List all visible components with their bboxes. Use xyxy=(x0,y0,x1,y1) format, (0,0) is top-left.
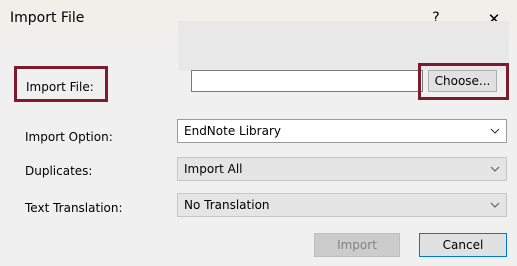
chevron-down-icon xyxy=(490,202,500,208)
chevron-down-icon xyxy=(490,128,500,134)
chevron-down-icon xyxy=(490,166,500,172)
cancel-button[interactable]: Cancel xyxy=(419,233,507,257)
import-option-label: Import Option: xyxy=(25,130,113,144)
duplicates-select[interactable]: Import All xyxy=(177,157,507,181)
duplicates-value: Import All xyxy=(184,162,243,176)
duplicates-label: Duplicates: xyxy=(25,164,93,178)
import-option-select[interactable]: EndNote Library xyxy=(177,119,507,143)
choose-button[interactable]: Choose... xyxy=(428,70,497,92)
import-button[interactable]: Import xyxy=(314,233,400,257)
text-translation-select[interactable]: No Translation xyxy=(177,193,507,217)
import-file-input[interactable] xyxy=(191,70,423,92)
dialog-title: Import File xyxy=(10,10,85,26)
import-file-label: Import File: xyxy=(26,80,94,94)
import-option-value: EndNote Library xyxy=(184,124,281,138)
text-translation-label: Text Translation: xyxy=(25,201,123,215)
text-translation-value: No Translation xyxy=(184,198,270,212)
